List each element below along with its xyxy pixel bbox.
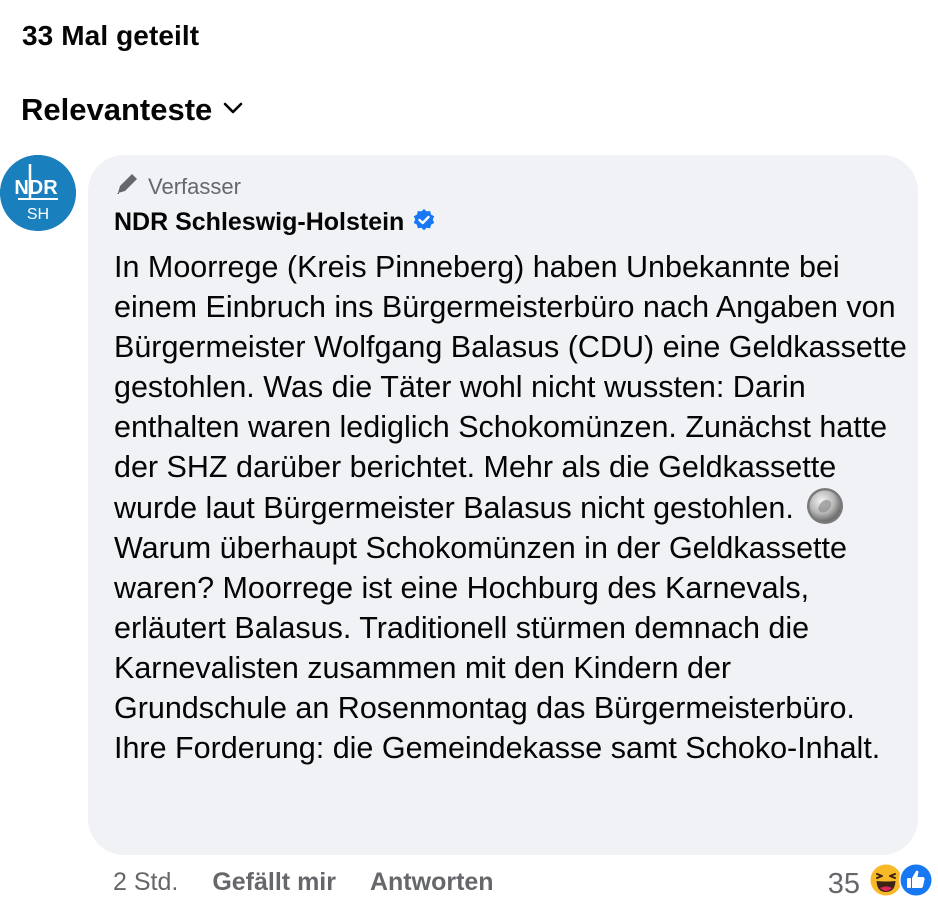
author-badge-label: Verfasser xyxy=(148,174,241,199)
avatar[interactable]: NDR SH xyxy=(0,155,76,231)
pencil-icon xyxy=(114,171,140,203)
comment-bubble: Verfasser NDR Schleswig-Holstein In Moor… xyxy=(88,155,918,855)
like-thumb-icon xyxy=(898,862,934,906)
author-name[interactable]: NDR Schleswig-Holstein xyxy=(114,208,404,237)
reply-button[interactable]: Antworten xyxy=(370,868,494,897)
sort-label: Relevanteste xyxy=(21,92,213,127)
author-name-row: NDR Schleswig-Holstein xyxy=(114,208,436,237)
author-badge: Verfasser xyxy=(114,171,241,203)
sort-dropdown[interactable]: Relevanteste xyxy=(21,92,244,128)
comment-text-part2: Warum überhaupt Schokomünzen in der Geld… xyxy=(114,531,881,765)
share-count[interactable]: 33 Mal geteilt xyxy=(22,20,199,52)
chevron-down-icon xyxy=(222,101,244,120)
like-button[interactable]: Gefällt mir xyxy=(212,868,336,897)
verified-badge-icon xyxy=(412,208,436,237)
reaction-icons xyxy=(868,862,934,906)
svg-text:NDR: NDR xyxy=(14,177,58,199)
ndr-sh-logo-icon: NDR SH xyxy=(0,155,76,231)
coin-emoji-icon xyxy=(806,487,844,525)
comment-text: In Moorrege (Kreis Pinneberg) haben Unbe… xyxy=(114,247,909,768)
reaction-count: 35 xyxy=(827,867,860,900)
reaction-summary[interactable]: 35 xyxy=(828,862,934,906)
comment-text-part1: In Moorrege (Kreis Pinneberg) haben Unbe… xyxy=(114,250,907,525)
comment-timestamp[interactable]: 2 Std. xyxy=(113,868,178,897)
comment-actions: 2 Std. Gefällt mir Antworten xyxy=(113,868,494,897)
svg-text:SH: SH xyxy=(27,206,49,223)
